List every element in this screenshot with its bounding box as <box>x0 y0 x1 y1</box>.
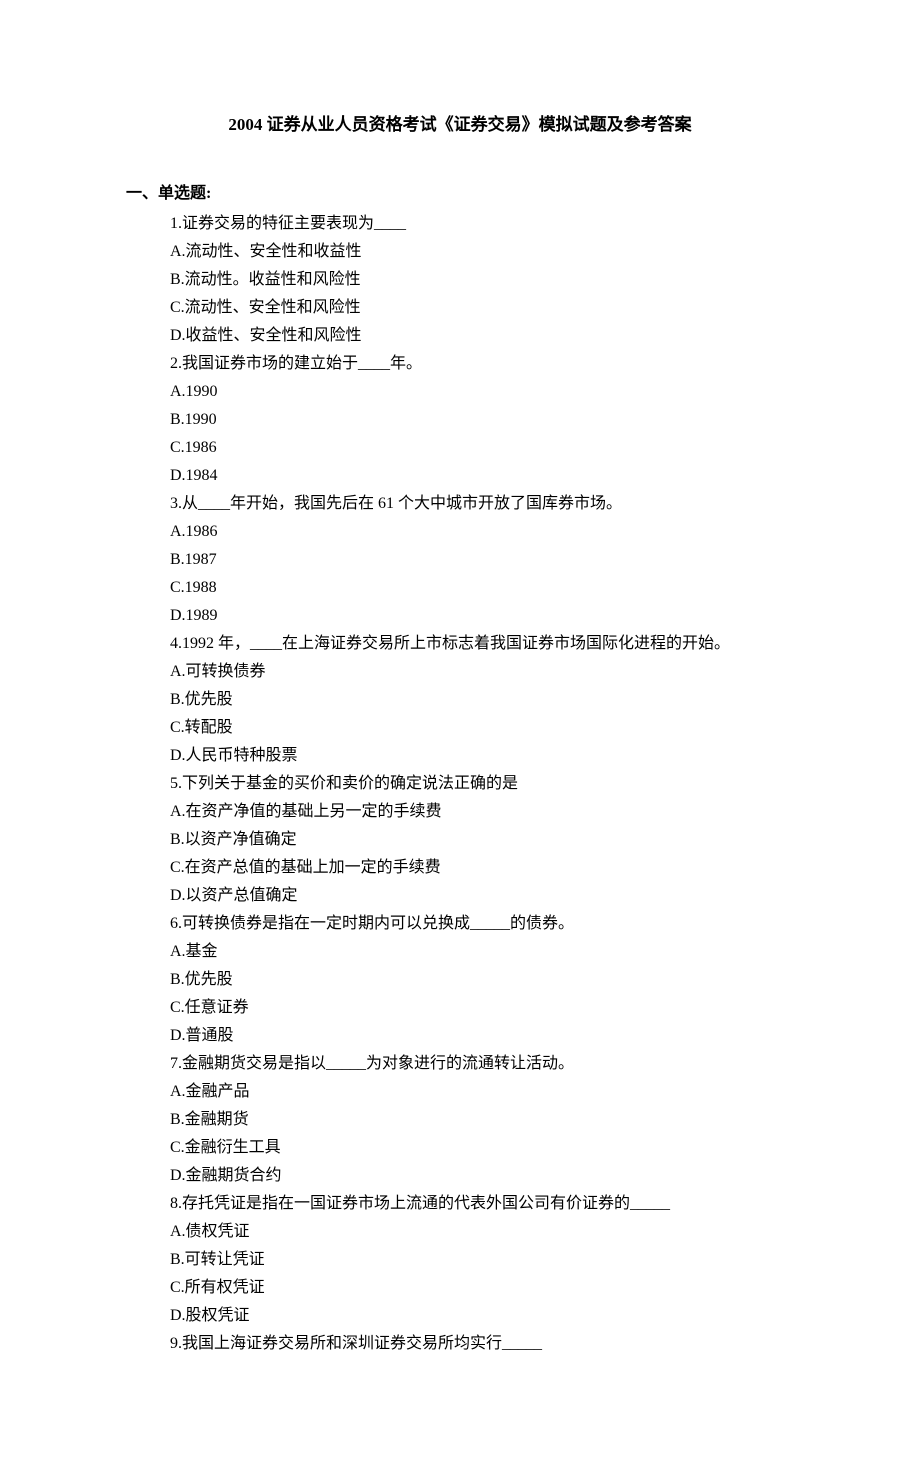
text-line: A.金融产品 <box>170 1078 790 1106</box>
text-line: D.普通股 <box>170 1022 790 1050</box>
text-line: A.流动性、安全性和收益性 <box>170 238 790 266</box>
text-line: C.在资产总值的基础上加一定的手续费 <box>170 854 790 882</box>
text-line: D.1989 <box>170 602 790 630</box>
document-title: 2004 证券从业人员资格考试《证券交易》模拟试题及参考答案 <box>130 110 790 140</box>
text-line: A.1986 <box>170 518 790 546</box>
text-line: C.金融衍生工具 <box>170 1134 790 1162</box>
text-line: A.在资产净值的基础上另一定的手续费 <box>170 798 790 826</box>
text-line: D.股权凭证 <box>170 1302 790 1330</box>
text-line: 5.下列关于基金的买价和卖价的确定说法正确的是 <box>170 770 790 798</box>
text-line: A.债权凭证 <box>170 1218 790 1246</box>
text-line: B.1987 <box>170 546 790 574</box>
text-line: D.以资产总值确定 <box>170 882 790 910</box>
text-line: D.金融期货合约 <box>170 1162 790 1190</box>
text-line: B.流动性。收益性和风险性 <box>170 266 790 294</box>
text-line: C.1988 <box>170 574 790 602</box>
text-line: C.所有权凭证 <box>170 1274 790 1302</box>
question-block: 1.证券交易的特征主要表现为____A.流动性、安全性和收益性B.流动性。收益性… <box>170 210 790 1358</box>
text-line: 4.1992 年，____在上海证券交易所上市标志着我国证券市场国际化进程的开始… <box>170 630 790 658</box>
text-line: C.转配股 <box>170 714 790 742</box>
text-line: 2.我国证券市场的建立始于____年。 <box>170 350 790 378</box>
text-line: B.金融期货 <box>170 1106 790 1134</box>
text-line: A.可转换债券 <box>170 658 790 686</box>
text-line: B.优先股 <box>170 686 790 714</box>
text-line: 8.存托凭证是指在一国证券市场上流通的代表外国公司有价证券的_____ <box>170 1190 790 1218</box>
text-line: B.以资产净值确定 <box>170 826 790 854</box>
text-line: 3.从____年开始，我国先后在 61 个大中城市开放了国库券市场。 <box>170 490 790 518</box>
text-line: 6.可转换债券是指在一定时期内可以兑换成_____的债券。 <box>170 910 790 938</box>
text-line: 9.我国上海证券交易所和深圳证券交易所均实行_____ <box>170 1330 790 1358</box>
text-line: D.收益性、安全性和风险性 <box>170 322 790 350</box>
text-line: 1.证券交易的特征主要表现为____ <box>170 210 790 238</box>
text-line: A.1990 <box>170 378 790 406</box>
text-line: C.1986 <box>170 434 790 462</box>
text-line: B.可转让凭证 <box>170 1246 790 1274</box>
text-line: C.流动性、安全性和风险性 <box>170 294 790 322</box>
section-header: 一、单选题: <box>126 180 790 208</box>
text-line: D.人民币特种股票 <box>170 742 790 770</box>
text-line: A.基金 <box>170 938 790 966</box>
text-line: 7.金融期货交易是指以_____为对象进行的流通转让活动。 <box>170 1050 790 1078</box>
text-line: B.优先股 <box>170 966 790 994</box>
text-line: D.1984 <box>170 462 790 490</box>
text-line: B.1990 <box>170 406 790 434</box>
text-line: C.任意证券 <box>170 994 790 1022</box>
